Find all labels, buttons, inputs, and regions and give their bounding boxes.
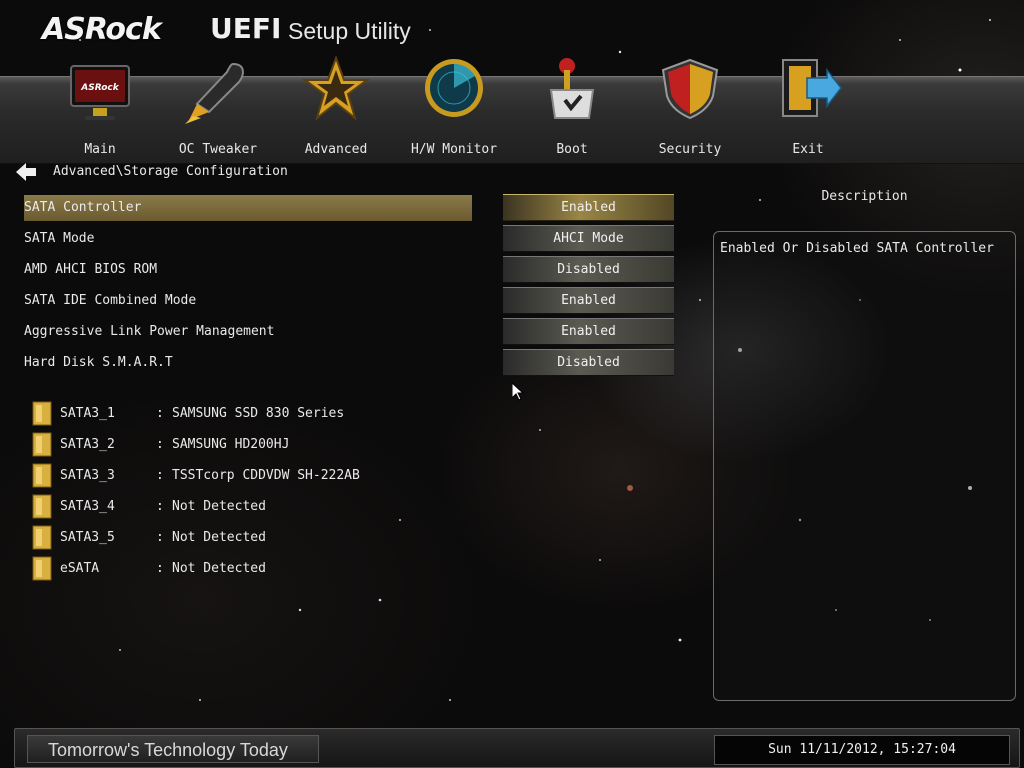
drive-separator: : bbox=[156, 468, 164, 483]
drive-model: SAMSUNG HD200HJ bbox=[172, 437, 290, 452]
tab-security-label: Security bbox=[658, 142, 722, 157]
value-aggressive-link-power-management[interactable]: Enabled bbox=[503, 318, 674, 345]
drive-port: SATA3_5 bbox=[60, 530, 115, 545]
value-sata-ide-combined-mode[interactable]: Enabled bbox=[503, 287, 674, 314]
tab-advanced-label: Advanced bbox=[304, 142, 368, 157]
setup-utility-title: Setup Utility bbox=[288, 18, 411, 44]
star-icon bbox=[301, 56, 371, 120]
folder-icon bbox=[32, 494, 52, 519]
back-arrow-icon[interactable] bbox=[16, 163, 38, 181]
tab-boot-label: Boot bbox=[556, 142, 588, 157]
drive-model: Not Detected bbox=[172, 499, 266, 514]
setting-aggressive-link-power-management[interactable]: Aggressive Link Power Management bbox=[24, 319, 472, 345]
drive-port: SATA3_2 bbox=[60, 437, 115, 452]
drive-separator: : bbox=[156, 499, 164, 514]
value-amd-ahci-bios-rom[interactable]: Disabled bbox=[503, 256, 674, 283]
description-title: Description bbox=[821, 189, 908, 204]
drive-model: SAMSUNG SSD 830 Series bbox=[172, 406, 345, 421]
monitor-icon: ASRock bbox=[70, 65, 130, 120]
drive-port: SATA3_4 bbox=[60, 499, 115, 514]
folder-icon bbox=[32, 463, 52, 488]
drive-separator: : bbox=[156, 437, 164, 452]
setting-amd-ahci-bios-rom[interactable]: AMD AHCI BIOS ROM bbox=[24, 257, 472, 283]
drive-model: TSSTcorp CDDVDW SH-222AB bbox=[172, 468, 360, 483]
tab-exit-label: Exit bbox=[792, 142, 824, 157]
exit-door-icon bbox=[782, 59, 842, 117]
tab-main-label: Main bbox=[84, 142, 116, 157]
value-sata-mode[interactable]: AHCI Mode bbox=[503, 225, 674, 252]
folder-icon bbox=[32, 401, 52, 426]
drive-model: Not Detected bbox=[172, 530, 266, 545]
tab-hw-monitor-label: H/W Monitor bbox=[410, 142, 498, 157]
uefi-title: UEFI bbox=[210, 12, 282, 45]
drive-port: SATA3_1 bbox=[60, 406, 115, 421]
value-hard-disk-smart[interactable]: Disabled bbox=[503, 349, 674, 376]
svg-text:ASRock: ASRock bbox=[80, 83, 119, 93]
rocket-icon bbox=[185, 62, 244, 124]
drive-separator: : bbox=[156, 561, 164, 576]
setting-sata-ide-combined-mode[interactable]: SATA IDE Combined Mode bbox=[24, 288, 472, 314]
drive-separator: : bbox=[156, 530, 164, 545]
footer-tagline: Tomorrow's Technology Today bbox=[27, 735, 319, 763]
description-panel bbox=[713, 231, 1016, 701]
breadcrumb: Advanced\Storage Configuration bbox=[53, 164, 288, 179]
mouse-cursor-icon bbox=[512, 383, 524, 401]
setting-sata-mode[interactable]: SATA Mode bbox=[24, 226, 472, 252]
value-sata-controller[interactable]: Enabled bbox=[503, 194, 674, 221]
setting-hard-disk-smart[interactable]: Hard Disk S.M.A.R.T bbox=[24, 350, 472, 376]
shield-icon bbox=[661, 58, 719, 120]
footer-datetime: Sun 11/11/2012, 15:27:04 bbox=[714, 735, 1010, 765]
drive-port: SATA3_3 bbox=[60, 468, 115, 483]
joystick-icon bbox=[549, 58, 595, 119]
asrock-logo: ASRock bbox=[42, 12, 162, 47]
drive-model: Not Detected bbox=[172, 561, 266, 576]
folder-icon bbox=[32, 556, 52, 581]
drive-port: eSATA bbox=[60, 561, 100, 576]
folder-icon bbox=[32, 432, 52, 457]
drive-separator: : bbox=[156, 406, 164, 421]
folder-icon bbox=[32, 525, 52, 550]
setting-sata-controller[interactable]: SATA Controller bbox=[24, 195, 472, 221]
radar-icon bbox=[425, 59, 483, 117]
description-text: Enabled Or Disabled SATA Controller bbox=[720, 241, 994, 256]
tab-oc-tweaker-label: OC Tweaker bbox=[178, 142, 258, 157]
